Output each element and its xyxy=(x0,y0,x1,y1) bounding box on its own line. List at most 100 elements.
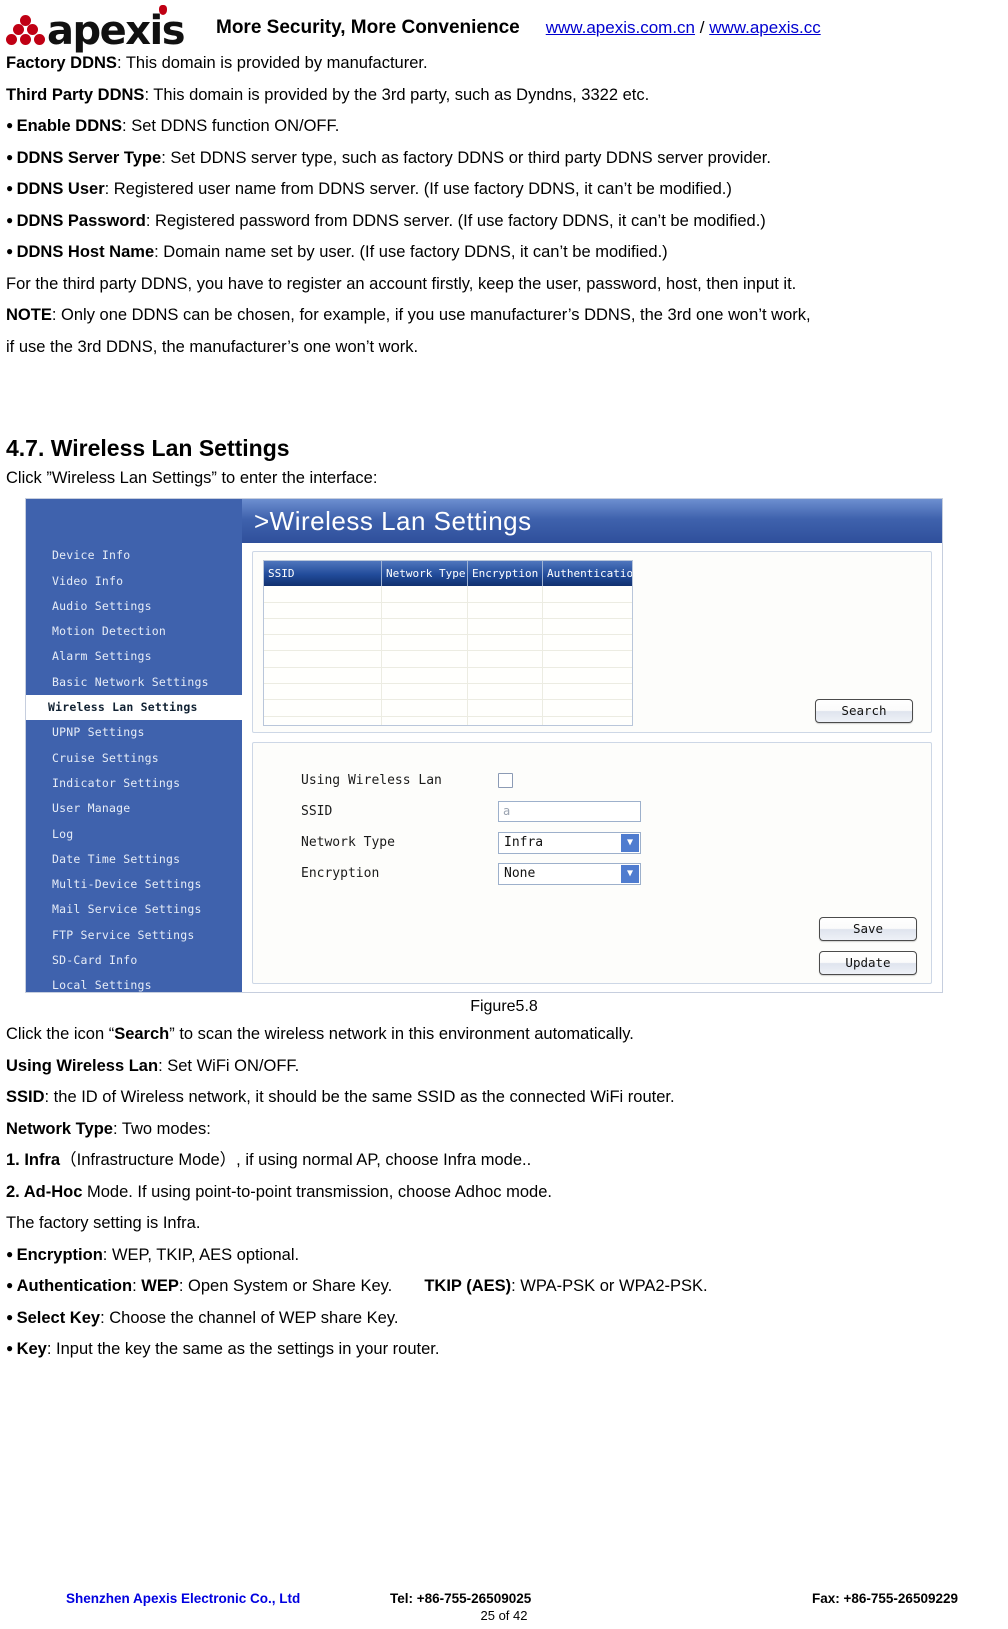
table-cell xyxy=(264,602,382,618)
network-type-value: Infra xyxy=(504,835,544,851)
form-row-using-wireless-lan: Using Wireless Lan xyxy=(253,765,931,796)
table-cell xyxy=(543,684,632,699)
encryption-select[interactable]: None ▼ xyxy=(498,862,641,885)
table-cell xyxy=(468,618,543,635)
sidebar-item-indicator-settings[interactable]: Indicator Settings xyxy=(26,771,242,796)
wireless-settings-form: Using Wireless Lan SSID a Network Type I… xyxy=(252,742,932,985)
sidebar-menu: Device Info Video Info Audio Settings Motio… xyxy=(26,543,242,998)
form-row-encryption: Encryption None ▼ xyxy=(253,858,931,889)
logo-wordmark: apexis xyxy=(47,4,186,51)
table-cell xyxy=(382,651,468,667)
chevron-down-icon[interactable]: ▼ xyxy=(621,864,639,883)
sidebar-item-alarm-settings[interactable]: Alarm Settings xyxy=(26,644,242,669)
paragraph: Key: Input the key the same as the setti… xyxy=(6,1341,1002,1358)
table-cell xyxy=(468,667,543,684)
paragraph: SSID: the ID of Wireless network, it sho… xyxy=(6,1088,675,1107)
sidebar-item-audio-settings[interactable]: Audio Settings xyxy=(26,594,242,619)
table-body xyxy=(264,586,632,726)
table-row[interactable] xyxy=(264,651,632,668)
paragraph-list-top: Factory DDNS: This domain is provided by… xyxy=(6,55,1002,355)
sidebar-item-upnp-settings[interactable]: UPNP Settings xyxy=(26,720,242,745)
table-row[interactable] xyxy=(264,618,632,636)
search-button[interactable]: Search xyxy=(815,699,913,724)
sidebar-item-motion-detection[interactable]: Motion Detection xyxy=(26,619,242,644)
table-cell xyxy=(382,667,468,684)
table-cell xyxy=(468,651,543,667)
table-cell xyxy=(543,651,632,666)
figure-caption: Figure5.8 xyxy=(470,998,538,1016)
table-row[interactable] xyxy=(264,635,632,652)
paragraph: DDNS User: Registered user name from DDN… xyxy=(6,181,1002,198)
table-cell xyxy=(264,618,382,635)
table-cell xyxy=(264,635,382,651)
sidebar-item-cruise-settings[interactable]: Cruise Settings xyxy=(26,746,242,771)
logo-dots-icon xyxy=(6,13,46,49)
label-encryption: Encryption xyxy=(301,866,380,882)
table-col-ssid: SSID xyxy=(264,561,382,587)
table-cell xyxy=(382,602,468,618)
paragraph: The factory setting is Infra. xyxy=(6,1214,201,1233)
label-using-wireless-lan: Using Wireless Lan xyxy=(301,773,442,789)
sidebar-item-multi-device-settings[interactable]: Multi-Device Settings xyxy=(26,872,242,897)
logo-accent-dot-icon xyxy=(159,4,168,15)
panel-title: >Wireless Lan Settings xyxy=(242,499,942,544)
table-col-encryption: Encryption xyxy=(468,561,543,587)
sidebar-item-device-info[interactable]: Device Info xyxy=(26,543,242,568)
footer-tel: Tel: +86-755-26509025 xyxy=(390,1591,532,1606)
website-link-secondary[interactable]: www.apexis.cc xyxy=(709,18,820,37)
paragraph: Encryption: WEP, TKIP, AES optional. xyxy=(6,1247,1002,1264)
label-network-type: Network Type xyxy=(301,835,395,851)
table-cell xyxy=(382,700,468,716)
paragraph: DDNS Host Name: Domain name set by user.… xyxy=(6,244,1002,261)
network-type-select[interactable]: Infra ▼ xyxy=(498,831,641,854)
sidebar-item-date-time-settings[interactable]: Date Time Settings xyxy=(26,847,242,872)
page-header: apexis More Security, More Convenience w… xyxy=(0,0,1008,55)
footer-row: Shenzhen Apexis Electronic Co., Ltd Tel:… xyxy=(0,1591,1008,1606)
ssid-input[interactable]: a xyxy=(498,801,641,823)
page-footer: Shenzhen Apexis Electronic Co., Ltd Tel:… xyxy=(0,1591,1008,1623)
sidebar-item-local-settings[interactable]: Local Settings xyxy=(26,973,242,998)
paragraph: Click the icon “Search” to scan the wire… xyxy=(6,1025,634,1044)
paragraph: NOTE: Only one DDNS can be chosen, for e… xyxy=(6,306,811,324)
table-cell xyxy=(543,586,632,601)
table-cell xyxy=(382,635,468,651)
sidebar-item-sd-card-info[interactable]: SD-Card Info xyxy=(26,948,242,973)
table-row[interactable] xyxy=(264,700,632,717)
sidebar-item-basic-network-settings[interactable]: Basic Network Settings xyxy=(26,670,242,695)
footer-fax: Fax: +86-755-26509229 xyxy=(812,1591,958,1606)
paragraph: DDNS Server Type: Set DDNS server type, … xyxy=(6,149,1002,167)
table-cell xyxy=(264,586,382,602)
section-heading: 4.7. Wireless Lan Settings xyxy=(6,435,290,461)
sidebar-item-user-manage[interactable]: User Manage xyxy=(26,796,242,821)
save-button[interactable]: Save xyxy=(819,917,917,942)
table-row[interactable] xyxy=(264,667,632,685)
table-cell xyxy=(264,667,382,684)
table-cell xyxy=(543,717,632,726)
update-button[interactable]: Update xyxy=(819,951,917,976)
encryption-value: None xyxy=(504,866,536,882)
table-cell xyxy=(264,716,382,726)
sidebar-item-video-info[interactable]: Video Info xyxy=(26,569,242,594)
paragraph: Third Party DDNS: This domain is provide… xyxy=(6,85,650,104)
ui-sidebar: Device Info Video Info Audio Settings Motio… xyxy=(26,499,242,992)
table-cell xyxy=(543,668,632,683)
table-row[interactable] xyxy=(264,716,632,726)
table-header-row: SSID Network Type Encryption Authenticat… xyxy=(264,561,632,587)
paragraph: Select Key: Choose the channel of WEP sh… xyxy=(6,1310,1002,1327)
sidebar-item-wireless-lan-settings[interactable]: Wireless Lan Settings xyxy=(26,695,242,721)
ui-main: >Wireless Lan Settings SSID Network Type… xyxy=(242,499,942,993)
page-number: 25 of 42 xyxy=(480,1608,528,1623)
table-row[interactable] xyxy=(264,602,632,619)
table-row[interactable] xyxy=(264,684,632,701)
table-row[interactable] xyxy=(264,586,632,603)
sidebar-item-ftp-service-settings[interactable]: FTP Service Settings xyxy=(26,923,242,948)
sidebar-item-log[interactable]: Log xyxy=(26,822,242,847)
sidebar-item-mail-service-settings[interactable]: Mail Service Settings xyxy=(26,897,242,922)
figure-wrapper: Device Info Video Info Audio Settings Motio… xyxy=(0,498,1008,994)
chevron-down-icon[interactable]: ▼ xyxy=(621,833,639,852)
website-link-primary[interactable]: www.apexis.com.cn xyxy=(546,18,695,37)
table-cell xyxy=(543,603,632,618)
table-cell xyxy=(468,586,543,602)
header-links: www.apexis.com.cn / www.apexis.cc xyxy=(546,18,821,38)
using-wireless-lan-checkbox[interactable] xyxy=(498,773,513,789)
